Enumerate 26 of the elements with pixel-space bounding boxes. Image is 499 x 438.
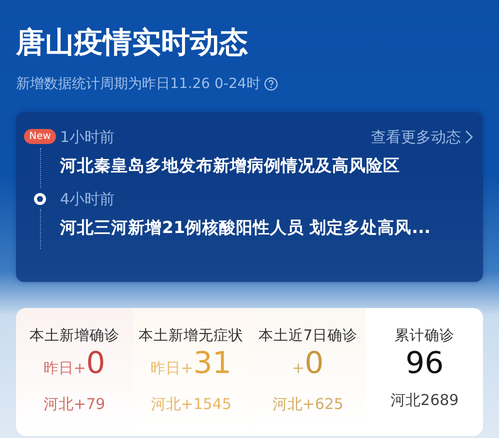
time-label: 4小时前	[60, 189, 115, 210]
stat-value: 0	[86, 346, 106, 382]
stat-subvalue: 河北2689	[390, 390, 459, 410]
stat-label: 本土新增确诊	[29, 326, 120, 346]
stat-label: 累计确诊	[394, 327, 455, 346]
stat-subvalue: 河北+79	[44, 394, 106, 414]
stat-prefix: 昨日+	[150, 358, 194, 379]
stat-prefix: 昨日+	[44, 358, 86, 379]
stat-value: 31	[193, 346, 232, 382]
stat-prefix: +	[292, 358, 305, 379]
stat-label: 本土近7日确诊	[258, 327, 358, 346]
page-title: 唐山疫情实时动态	[16, 24, 249, 61]
stat-subvalue: 河北+1545	[150, 394, 232, 414]
more-link[interactable]: 查看更多动态	[371, 126, 473, 148]
chevron-right-icon[interactable]	[465, 130, 473, 144]
stat-value: 0	[304, 346, 324, 382]
stat-value: 96	[406, 346, 444, 382]
stat-label: 本土新增无症状	[138, 326, 244, 346]
news-headline[interactable]: 河北三河新增21例核酸阳性人员 划定多处高风...	[60, 216, 473, 240]
period-note: 新增数据统计周期为昨日11.26 0-24时	[16, 75, 260, 94]
help-icon[interactable]	[264, 77, 278, 91]
stat-subvalue: 河北+625	[272, 394, 344, 414]
time-label: 1小时前	[60, 127, 115, 148]
timeline-dot	[34, 193, 46, 205]
news-headline[interactable]: 河北秦皇岛多地发布新增病例情况及高风险区	[60, 154, 473, 178]
new-badge: New	[24, 129, 56, 144]
